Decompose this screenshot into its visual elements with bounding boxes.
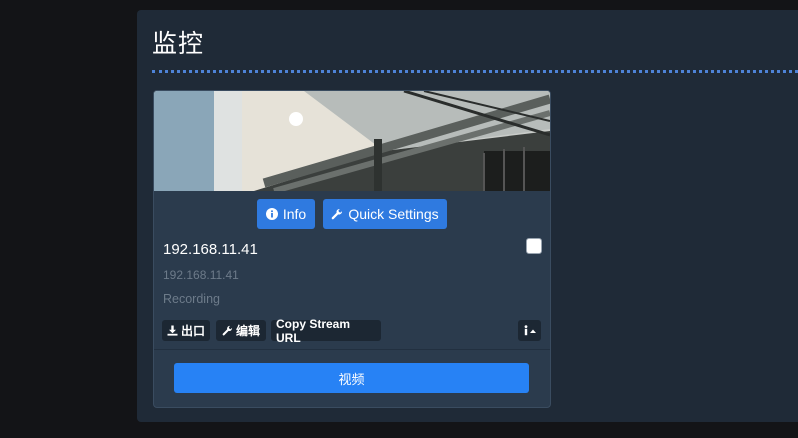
- export-button[interactable]: 出口: [162, 320, 210, 341]
- wrench-icon: [331, 208, 343, 220]
- camera-card: Info Quick Settings 192.168.11.41 192.16…: [153, 90, 551, 408]
- info-button[interactable]: Info: [257, 199, 315, 229]
- quick-settings-button[interactable]: Quick Settings: [323, 199, 447, 229]
- camera-thumbnail[interactable]: [154, 91, 550, 191]
- copy-stream-url-label: Copy Stream URL: [276, 316, 351, 345]
- edit-button[interactable]: 编辑: [216, 320, 266, 341]
- camera-address: 192.168.11.41: [163, 268, 239, 282]
- download-icon: [167, 325, 178, 336]
- camera-snapshot-image: [154, 91, 550, 191]
- card-divider: [154, 349, 550, 350]
- camera-status: Recording: [163, 292, 220, 306]
- quick-settings-button-label: Quick Settings: [348, 206, 439, 222]
- details-toggle-button[interactable]: [518, 320, 541, 341]
- monitor-panel: 监控 Info Quick Settings 192.168.11.41 192…: [137, 10, 798, 422]
- export-button-label: 出口: [181, 324, 206, 338]
- info-circle-icon: [265, 208, 278, 220]
- info-caret-icon: [523, 325, 537, 336]
- page-title: 监控: [152, 29, 205, 58]
- info-button-label: Info: [282, 206, 307, 222]
- wrench-icon: [222, 325, 233, 336]
- edit-button-label: 编辑: [235, 324, 260, 338]
- camera-select-checkbox[interactable]: [526, 238, 542, 254]
- title-divider: [152, 70, 798, 73]
- video-button[interactable]: 视频: [174, 363, 529, 393]
- camera-name: 192.168.11.41: [163, 241, 258, 258]
- copy-stream-url-button[interactable]: Copy Stream URL: [271, 317, 381, 345]
